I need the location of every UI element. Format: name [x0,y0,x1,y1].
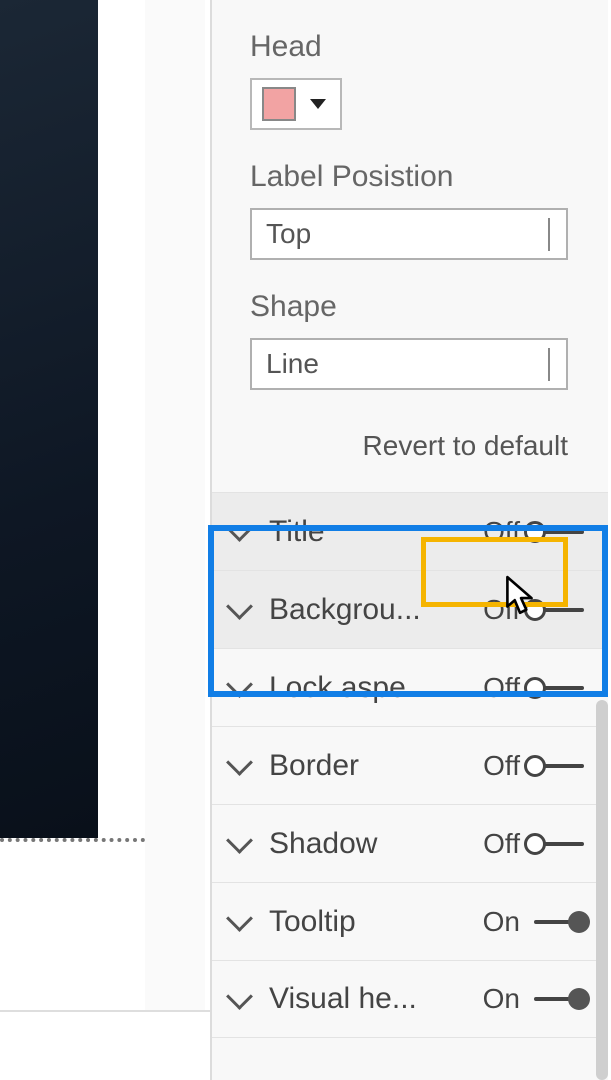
chevron-down-icon [226,983,253,1010]
toggle-knob [524,599,546,621]
toggle-state-text: Off [474,516,520,548]
head-label: Head [250,30,570,64]
caret-down-icon [310,99,326,109]
toggle-state-text: Off [474,828,520,860]
format-row[interactable]: Shadow Off [212,804,608,882]
toggle-switch[interactable] [524,598,590,622]
toggle-switch[interactable] [524,910,590,934]
shape-value: Line [266,348,319,380]
selection-border-dotted [0,838,145,842]
format-row[interactable]: Visual he... On [212,960,608,1038]
shape-label: Shape [250,290,570,324]
head-color-picker[interactable] [250,78,342,130]
format-row[interactable]: Title Off [212,492,608,570]
format-row[interactable]: Lock aspe... Off [212,648,608,726]
toggle-state-text: Off [474,750,520,782]
chevron-down-icon [226,671,253,698]
format-row-label: Visual he... [269,982,439,1016]
toggle-state-text: On [474,906,520,938]
chevron-down-icon [226,905,253,932]
toggle-knob [524,677,546,699]
format-row[interactable]: Border Off [212,726,608,804]
toggle-knob [568,988,590,1010]
chevron-down-icon [226,827,253,854]
toggle-switch[interactable] [524,832,590,856]
chevron-down-icon [548,348,550,380]
format-pane: Head Label Posistion Top Shape Line Reve… [210,0,608,1080]
toggle-state-text: Off [474,594,520,626]
toggle-switch[interactable] [524,987,590,1011]
toggle-switch[interactable] [524,520,590,544]
label-position-label: Label Posistion [250,160,570,194]
toggle-knob [524,833,546,855]
format-row-label: Lock aspe... [269,671,439,705]
shape-dropdown[interactable]: Line [250,338,568,390]
toggle-knob [568,911,590,933]
canvas-gutter [145,0,205,1080]
revert-to-default-link[interactable]: Revert to default [212,390,608,492]
chevron-down-icon [226,515,253,542]
bottom-bar [0,1010,210,1080]
toggle-knob [524,755,546,777]
format-row[interactable]: Tooltip On [212,882,608,960]
visual-preview [0,0,98,838]
format-row[interactable]: Backgrou... Off [212,570,608,648]
format-row-label: Tooltip [269,905,439,939]
format-row-label: Title [269,515,439,549]
toggle-state-text: Off [474,672,520,704]
format-row-label: Border [269,749,439,783]
chevron-down-icon [548,218,550,250]
label-position-dropdown[interactable]: Top [250,208,568,260]
label-position-value: Top [266,218,311,250]
format-row-label: Shadow [269,827,439,861]
pane-scrollbar[interactable] [596,700,608,1080]
toggle-switch[interactable] [524,676,590,700]
toggle-knob [524,521,546,543]
head-color-swatch [262,87,296,121]
chevron-down-icon [226,749,253,776]
chevron-down-icon [226,593,253,620]
format-rows: TitleOffBackgrou...OffLock aspe...OffBor… [212,492,608,1038]
toggle-switch[interactable] [524,754,590,778]
canvas-area [0,0,145,1080]
format-row-label: Backgrou... [269,593,439,627]
toggle-state-text: On [474,983,520,1015]
